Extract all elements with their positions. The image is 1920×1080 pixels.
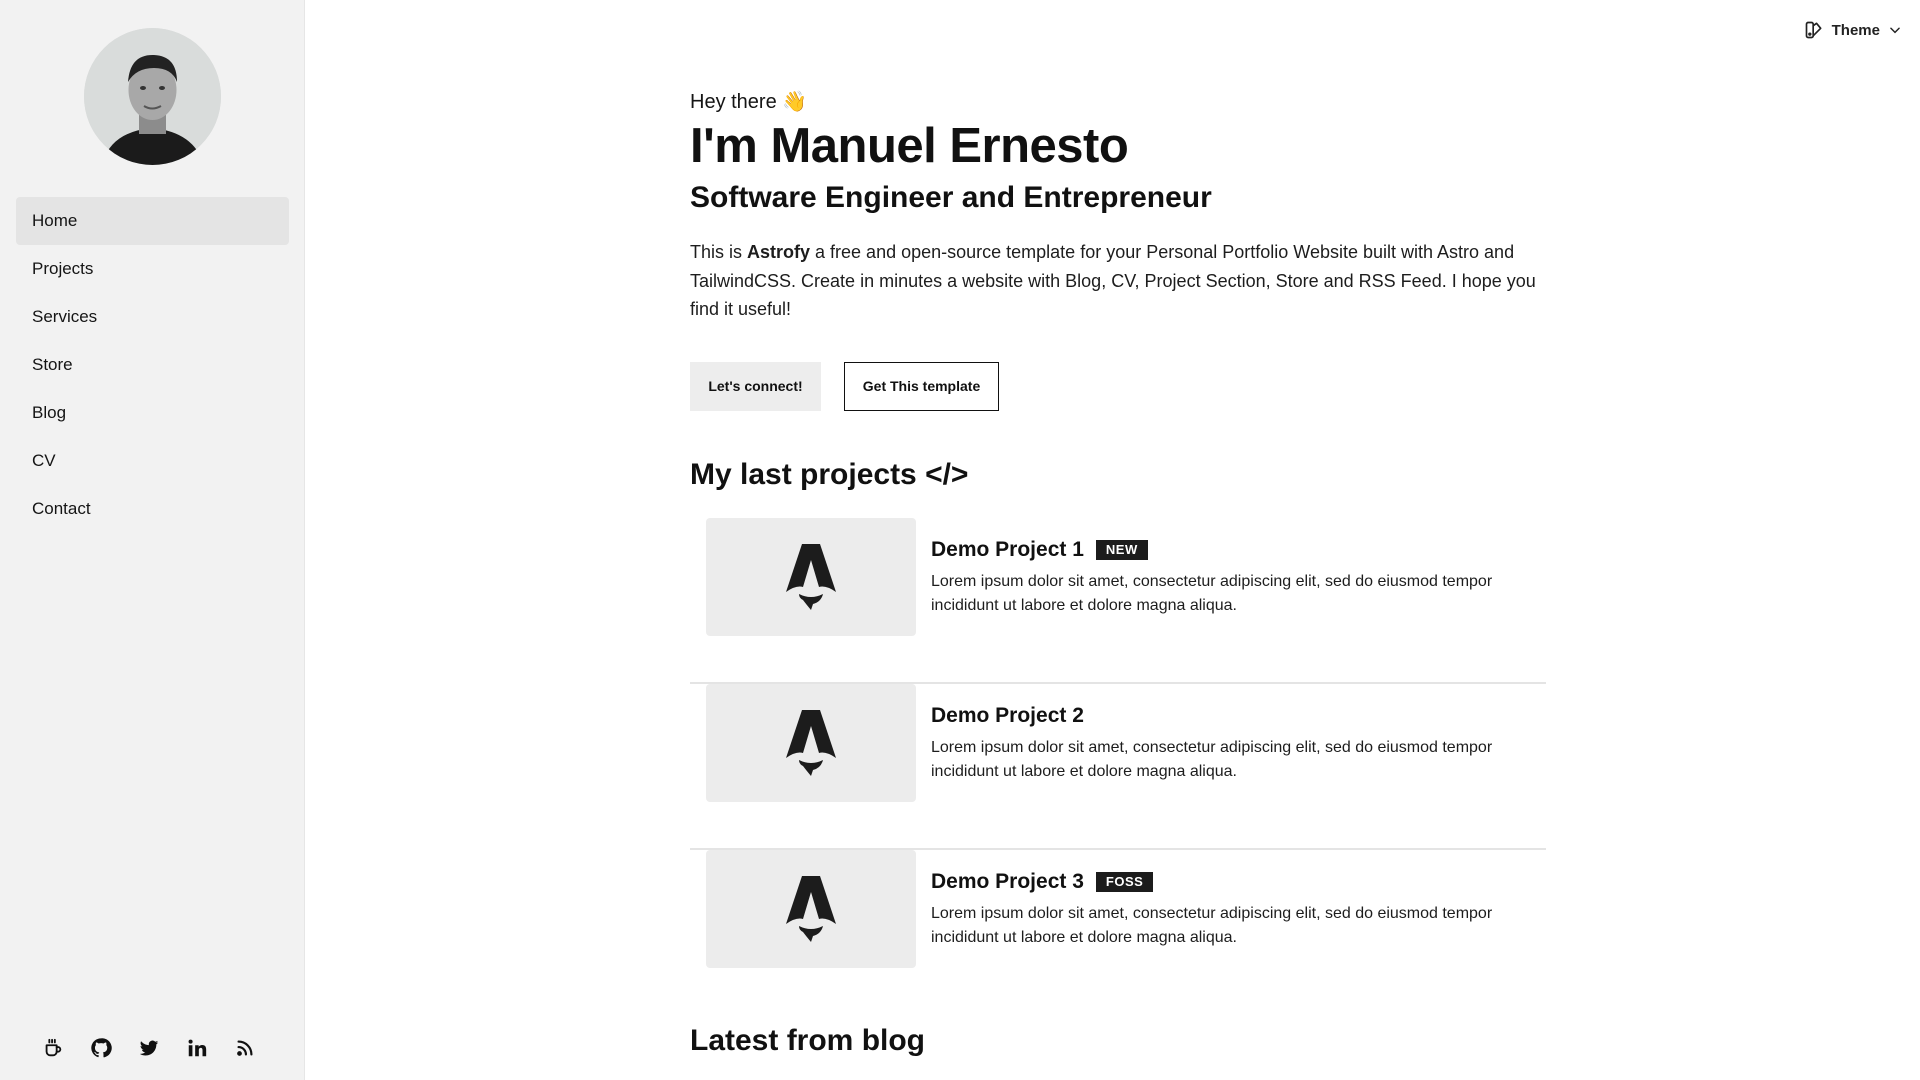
avatar bbox=[84, 28, 221, 165]
palette-icon bbox=[1805, 21, 1822, 39]
hero-intro: This is Astrofy a free and open-source t… bbox=[690, 238, 1540, 324]
avatar-image bbox=[84, 28, 221, 165]
project-title-row: Demo Project 3 FOSS bbox=[931, 870, 1154, 894]
project-thumbnail bbox=[706, 518, 916, 636]
sidebar-item-cv[interactable]: CV bbox=[16, 437, 289, 485]
hero-subtitle: Software Engineer and Entrepreneur bbox=[690, 181, 1212, 214]
sidebar: Home Projects Services Store Blog CV Con… bbox=[0, 0, 305, 1080]
blog-heading: Latest from blog bbox=[690, 1024, 926, 1057]
get-template-button[interactable]: Get This template bbox=[844, 362, 999, 411]
astro-logo-icon bbox=[786, 876, 836, 942]
github-icon[interactable] bbox=[90, 1037, 112, 1059]
intro-brand: Astrofy bbox=[747, 242, 811, 262]
project-description: Lorem ipsum dolor sit amet, consectetur … bbox=[931, 739, 1493, 780]
projects-heading: My last projects </> bbox=[690, 458, 969, 491]
sidebar-item-projects[interactable]: Projects bbox=[16, 245, 289, 293]
intro-suffix: a free and open-source template for your… bbox=[690, 242, 1536, 319]
linkedin-icon[interactable] bbox=[186, 1037, 208, 1059]
connect-button[interactable]: Let's connect! bbox=[690, 362, 821, 411]
sidebar-item-home[interactable]: Home bbox=[16, 197, 289, 245]
astro-logo-icon bbox=[786, 710, 836, 776]
chevron-down-icon bbox=[1890, 27, 1900, 34]
astro-logo-icon bbox=[786, 544, 836, 610]
theme-switcher[interactable]: Theme bbox=[1804, 20, 1902, 40]
sidebar-nav: Home Projects Services Store Blog CV Con… bbox=[16, 197, 289, 533]
sidebar-item-services[interactable]: Services bbox=[16, 293, 289, 341]
sidebar-item-store[interactable]: Store bbox=[16, 341, 289, 389]
project-title: Demo Project 2 bbox=[931, 704, 1084, 727]
project-badge: NEW bbox=[1095, 540, 1148, 560]
greeting: Hey there 👋 bbox=[690, 91, 808, 113]
twitter-icon[interactable] bbox=[138, 1037, 160, 1059]
project-description: Lorem ipsum dolor sit amet, consectetur … bbox=[931, 905, 1493, 946]
rss-icon[interactable] bbox=[234, 1037, 256, 1059]
sidebar-item-blog[interactable]: Blog bbox=[16, 389, 289, 437]
coffee-icon[interactable] bbox=[42, 1037, 64, 1059]
project-description: Lorem ipsum dolor sit amet, consectetur … bbox=[931, 573, 1493, 614]
project-badge: FOSS bbox=[1095, 872, 1154, 892]
project-card[interactable]: Demo Project 3 FOSS Lorem ipsum dolor si… bbox=[690, 850, 1546, 1016]
project-thumbnail bbox=[706, 684, 916, 802]
project-thumbnail bbox=[706, 850, 916, 968]
hero-title: I'm Manuel Ernesto bbox=[690, 119, 1129, 173]
project-title-row: Demo Project 2 bbox=[931, 704, 1084, 728]
project-title: Demo Project 3 bbox=[931, 870, 1084, 893]
social-links bbox=[42, 1037, 256, 1059]
project-card[interactable]: Demo Project 1 NEW Lorem ipsum dolor sit… bbox=[690, 518, 1546, 684]
intro-prefix: This is bbox=[690, 242, 748, 262]
project-card[interactable]: Demo Project 2 Lorem ipsum dolor sit ame… bbox=[690, 684, 1546, 850]
project-title: Demo Project 1 bbox=[931, 538, 1084, 561]
project-title-row: Demo Project 1 NEW bbox=[931, 538, 1148, 562]
theme-label: Theme bbox=[1831, 21, 1880, 39]
sidebar-item-contact[interactable]: Contact bbox=[16, 485, 289, 533]
